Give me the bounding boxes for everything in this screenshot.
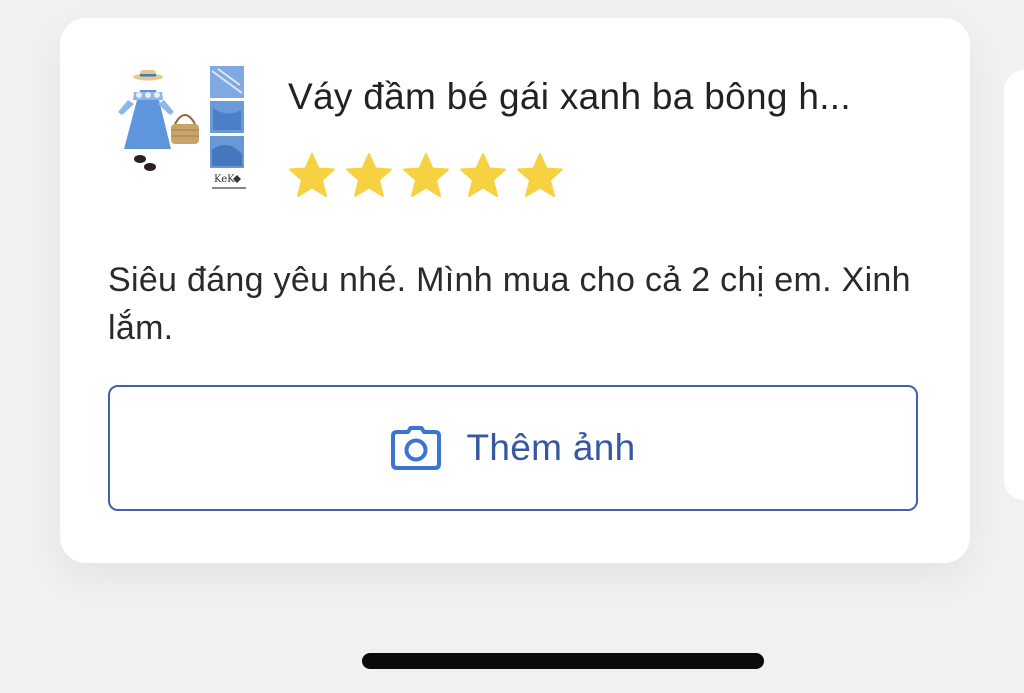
star-icon[interactable] [516, 152, 564, 198]
add-photo-button[interactable]: Thêm ảnh [108, 385, 918, 511]
star-icon[interactable] [288, 152, 336, 198]
review-text: Siêu đáng yêu nhé. Mình mua cho cả 2 chị… [108, 261, 911, 347]
svg-text:KeK: KeK [214, 174, 235, 185]
next-card-peek[interactable] [1004, 70, 1024, 500]
star-icon[interactable] [459, 152, 507, 198]
home-indicator[interactable] [362, 653, 764, 669]
add-photo-label: Thêm ảnh [466, 427, 636, 468]
product-title: Váy đầm bé gái xanh ba bông h... [288, 76, 851, 117]
star-rating[interactable] [288, 152, 564, 198]
star-icon[interactable] [402, 152, 450, 198]
dress-product-image: KeK [118, 66, 246, 189]
product-thumbnail: KeK [108, 66, 258, 198]
star-icon[interactable] [345, 152, 393, 198]
review-card: KeK Váy đầm bé gái xanh ba bông h... Siê… [60, 18, 970, 563]
camera-icon [390, 426, 441, 470]
